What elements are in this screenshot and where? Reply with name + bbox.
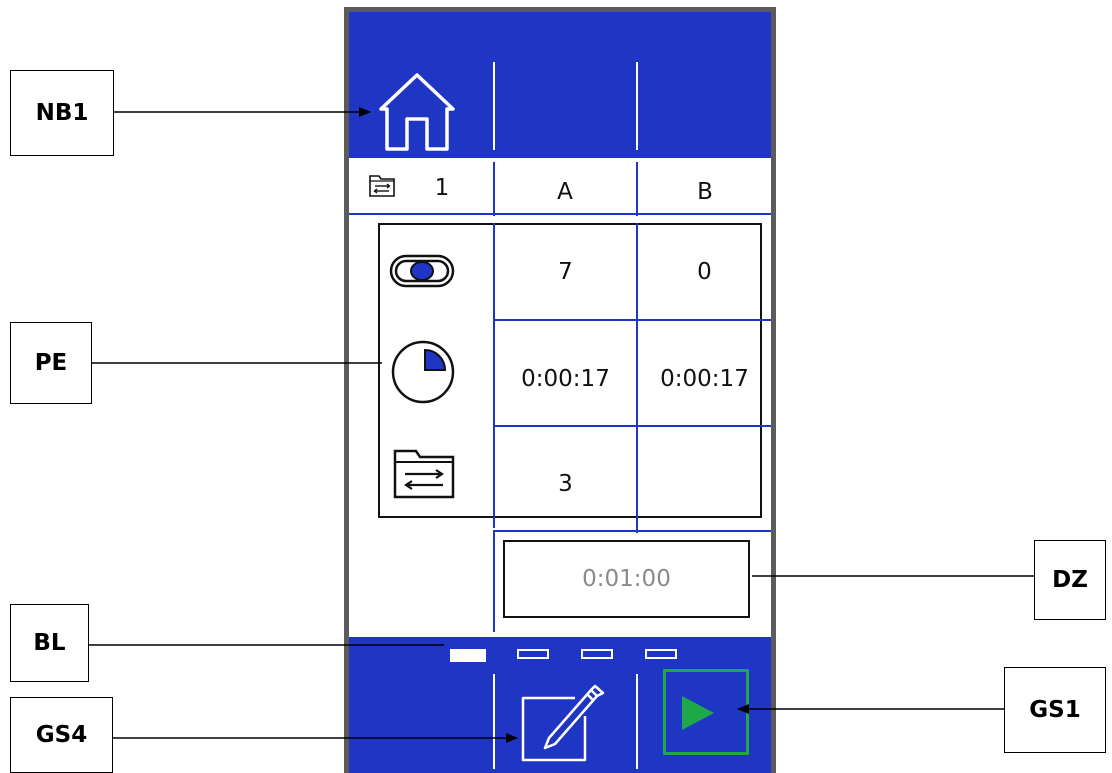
callout-dz: DZ [1034,540,1106,620]
home-icon[interactable] [375,69,459,151]
program-number: 1 [434,175,450,201]
total-time-display: 0:01:00 [503,540,750,618]
page-dot-active[interactable] [450,649,486,662]
device-frame: 1 A B 7 0 0:00:17 0:00:17 3 0:01:00 [344,7,776,773]
count-b[interactable]: 0 [638,252,771,292]
play-icon [678,694,718,732]
header-underline [349,213,771,215]
nav-divider [636,62,638,150]
program-a[interactable]: 3 [495,462,636,506]
table-divider [636,162,638,216]
page-dot[interactable] [517,649,549,659]
bottom-divider [493,674,495,769]
program-b[interactable] [638,462,771,506]
count-a[interactable]: 7 [495,252,636,292]
callout-gs1: GS1 [1004,667,1106,753]
folder-swap-small-icon [368,172,396,198]
screen: 1 A B 7 0 0:00:17 0:00:17 3 0:01:00 [349,12,771,773]
folder-swap-icon [392,448,456,500]
callout-gs4: GS4 [10,697,113,773]
column-a-header: A [557,179,573,205]
table-divider [493,532,495,632]
row-divider [493,319,771,321]
time-b[interactable]: 0:00:17 [638,357,771,401]
pie-timer-icon [389,338,457,406]
callout-pe: PE [10,322,92,404]
bottom-divider [636,674,638,769]
table-divider [493,162,495,216]
total-time-value: 0:01:00 [582,566,671,592]
toggle-switch-icon [389,253,455,289]
column-b-header: B [697,179,713,205]
edit-icon[interactable] [519,680,609,764]
row-divider [493,530,771,532]
callout-nb1: NB1 [10,70,114,156]
time-a[interactable]: 0:00:17 [495,357,636,401]
row-divider [493,425,771,427]
callout-bl: BL [10,604,89,682]
page-dot[interactable] [645,649,677,659]
page-dot[interactable] [581,649,613,659]
play-button[interactable] [663,669,749,755]
nav-divider [493,62,495,150]
